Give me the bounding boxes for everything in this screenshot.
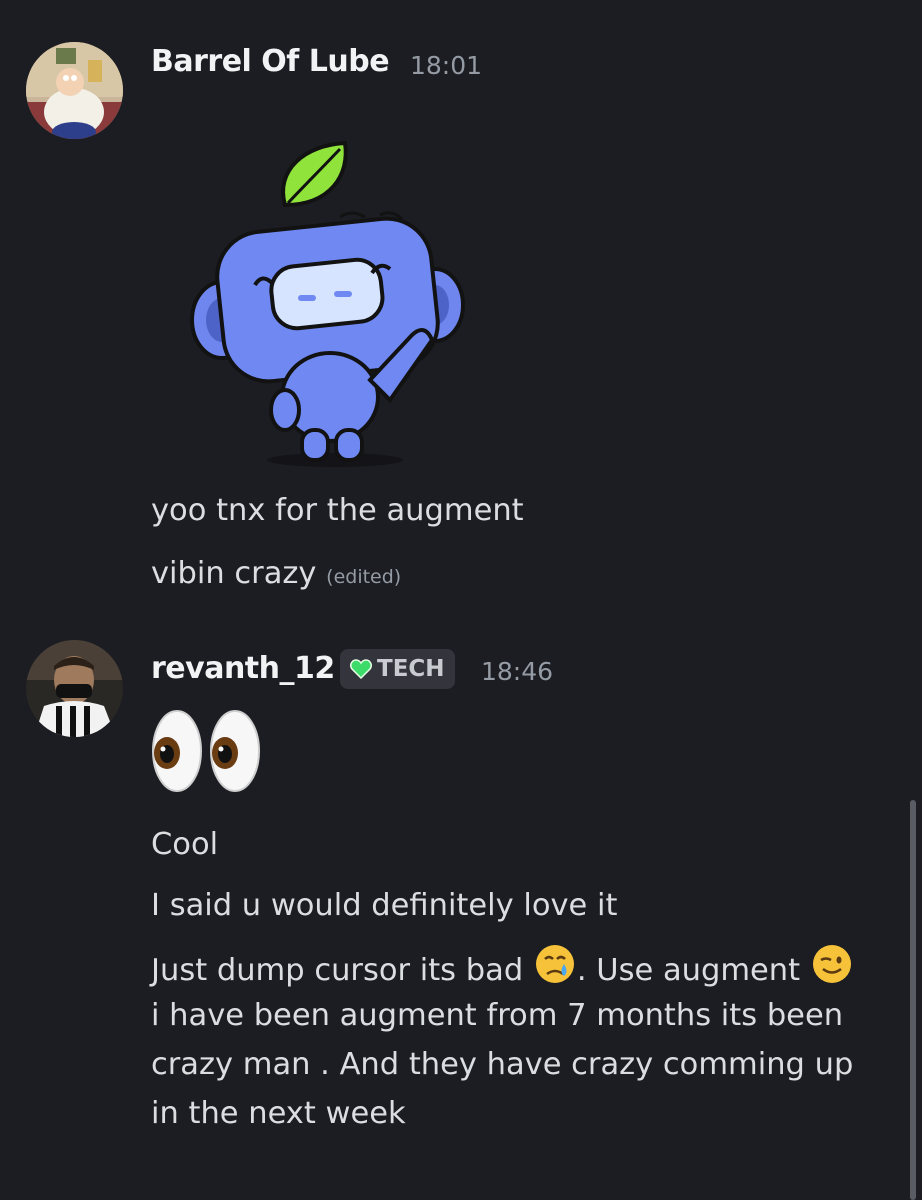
crying-face-emoji-icon — [535, 945, 574, 983]
avatar-image — [26, 42, 123, 139]
message-line: Just dump cursor its bad . Use augment — [151, 942, 854, 995]
message-line: yoo tnx for the augment — [151, 493, 524, 528]
server-tag-badge[interactable]: TECH — [340, 649, 455, 689]
user-avatar-barrel-of-lube[interactable] — [26, 42, 123, 139]
message-timestamp: 18:46 — [481, 657, 554, 686]
wumpus-wave-sticker[interactable] — [180, 135, 470, 470]
message-line: I said u would definitely love it — [151, 888, 618, 923]
winking-face-emoji-icon — [812, 945, 851, 983]
message-timestamp: 18:01 — [410, 51, 483, 80]
user-avatar-revanth[interactable] — [26, 640, 123, 737]
scrollbar-thumb[interactable] — [910, 800, 916, 1200]
author-name[interactable]: revanth_12 — [151, 651, 335, 687]
green-heart-icon — [350, 659, 372, 679]
message-text: Just dump cursor its bad — [151, 953, 524, 988]
message-text: vibin crazy — [151, 556, 317, 591]
avatar-image — [26, 640, 123, 737]
message-line: in the next week — [151, 1096, 406, 1131]
message-text: . Use augment — [576, 953, 801, 988]
leaf-icon — [281, 140, 348, 208]
eyes-emoji-icon — [152, 710, 260, 792]
tag-label: TECH — [377, 656, 445, 682]
message-line: i have been augment from 7 months its be… — [151, 998, 844, 1033]
message-line: crazy man . And they have crazy comming … — [151, 1047, 854, 1082]
chat-message-list: Barrel Of Lube 18:01 yoo tnx for the aug… — [0, 0, 922, 1200]
author-name[interactable]: Barrel Of Lube — [151, 44, 390, 80]
message-line-edited: vibin crazy (edited) — [151, 549, 401, 602]
message-line: Cool — [151, 827, 219, 862]
edited-label: (edited) — [326, 566, 402, 588]
